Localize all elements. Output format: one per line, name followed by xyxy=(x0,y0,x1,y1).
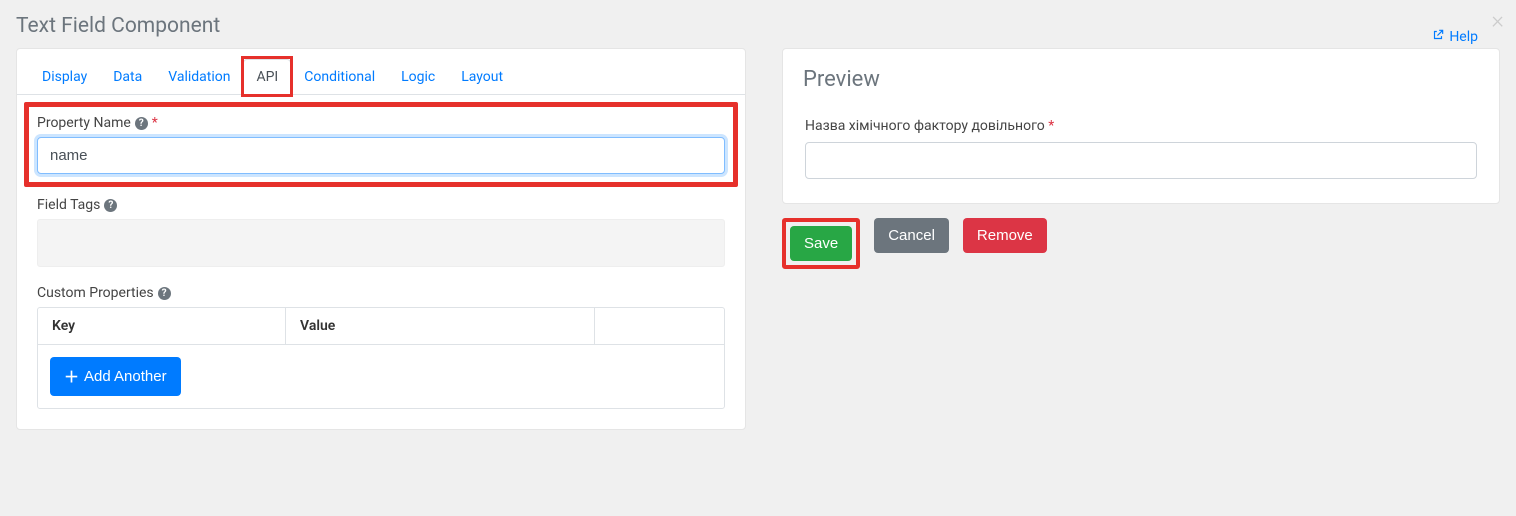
remove-button[interactable]: Remove xyxy=(963,218,1047,253)
property-name-input[interactable] xyxy=(37,137,725,174)
property-name-highlight: Property Name ? * xyxy=(24,102,738,187)
custom-properties-table: Key Value ＋ Add Another xyxy=(37,307,725,409)
save-button[interactable]: Save xyxy=(790,226,852,261)
tab-display[interactable]: Display xyxy=(29,59,100,95)
required-indicator: * xyxy=(1048,118,1054,134)
plus-icon: ＋ xyxy=(64,366,79,387)
settings-panel: Display Data Validation API Conditional … xyxy=(16,48,746,430)
required-indicator: * xyxy=(152,115,158,131)
tab-data[interactable]: Data xyxy=(100,59,155,95)
help-icon[interactable]: ? xyxy=(135,117,148,130)
tab-conditional[interactable]: Conditional xyxy=(291,59,388,95)
tab-logic[interactable]: Logic xyxy=(388,59,448,95)
help-icon[interactable]: ? xyxy=(158,287,171,300)
field-tags-input[interactable] xyxy=(37,219,725,267)
tab-api[interactable]: API xyxy=(243,59,291,95)
property-name-label: Property Name xyxy=(37,115,131,131)
preview-text-input[interactable] xyxy=(805,142,1477,179)
custom-properties-label: Custom Properties xyxy=(37,285,154,301)
tab-validation[interactable]: Validation xyxy=(155,59,243,95)
save-highlight: Save xyxy=(782,218,860,269)
tab-layout[interactable]: Layout xyxy=(448,59,516,95)
action-buttons: Save Cancel Remove xyxy=(782,218,1500,269)
add-another-label: Add Another xyxy=(84,368,167,385)
preview-panel: Preview Назва хімічного фактору довільно… xyxy=(782,48,1500,204)
new-window-icon xyxy=(1431,28,1445,46)
col-key: Key xyxy=(38,308,286,345)
add-another-button[interactable]: ＋ Add Another xyxy=(50,357,181,396)
table-header-row: Key Value xyxy=(38,308,724,345)
cancel-button[interactable]: Cancel xyxy=(874,218,949,253)
help-link[interactable]: Help xyxy=(1431,28,1478,46)
preview-field-label: Назва хімічного фактору довільного xyxy=(805,118,1045,134)
modal-title: Text Field Component xyxy=(16,14,220,38)
preview-title: Preview xyxy=(803,67,1477,92)
help-icon[interactable]: ? xyxy=(104,199,117,212)
tabs: Display Data Validation API Conditional … xyxy=(17,49,745,95)
field-tags-label: Field Tags xyxy=(37,197,100,213)
close-icon[interactable]: × xyxy=(1491,6,1504,34)
col-value: Value xyxy=(286,308,594,345)
col-actions xyxy=(594,308,724,345)
help-label: Help xyxy=(1449,29,1478,45)
